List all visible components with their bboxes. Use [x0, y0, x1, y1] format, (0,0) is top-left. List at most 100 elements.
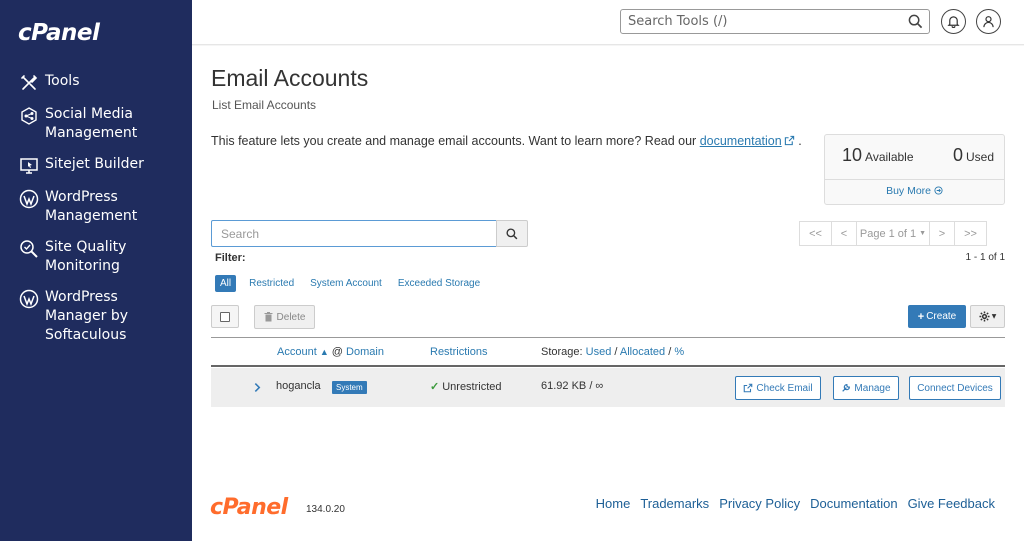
- caret-down-icon: ▼: [991, 313, 997, 320]
- storage-allocated-link[interactable]: Allocated: [620, 346, 665, 358]
- filter-system-account[interactable]: System Account: [310, 278, 382, 289]
- check-email-label: Check Email: [756, 382, 813, 394]
- buy-more-link[interactable]: Buy More: [825, 180, 1004, 197]
- search-tools-input[interactable]: [621, 10, 901, 33]
- create-label: Create: [926, 311, 957, 322]
- page-select-label: Page 1 of 1: [859, 227, 917, 240]
- filter-label: Filter:: [215, 252, 246, 264]
- filter-options: All Restricted System Account Exceeded S…: [215, 275, 496, 292]
- footer-link-home[interactable]: Home: [596, 496, 631, 511]
- sidebar-item-label: Site Quality Monitoring: [45, 239, 127, 274]
- account-domain-header[interactable]: Account ▲ @ Domain: [277, 346, 384, 358]
- restrictions-sort-link[interactable]: Restrictions: [430, 346, 487, 358]
- documentation-link[interactable]: documentation: [700, 134, 782, 148]
- page-title: Email Accounts: [211, 65, 369, 91]
- restriction-label: Unrestricted: [442, 381, 502, 393]
- sidebar-item-sitejet[interactable]: Sitejet Builder: [0, 155, 192, 176]
- footer-link-feedback[interactable]: Give Feedback: [908, 496, 995, 511]
- select-all-checkbox-wrapper[interactable]: [211, 305, 239, 328]
- settings-dropdown-button[interactable]: ▼: [970, 305, 1005, 328]
- wrench-icon: [842, 384, 851, 392]
- first-page-button[interactable]: <<: [799, 221, 832, 246]
- page-description: This feature lets you create and manage …: [211, 134, 802, 148]
- tools-icon: [19, 73, 39, 93]
- search-tools-box[interactable]: [620, 9, 930, 34]
- select-all-checkbox[interactable]: [220, 311, 230, 322]
- last-page-button[interactable]: >>: [954, 221, 987, 246]
- filter-exceeded-storage[interactable]: Exceeded Storage: [398, 278, 480, 289]
- manage-button[interactable]: Manage: [833, 376, 899, 400]
- footer-link-trademarks[interactable]: Trademarks: [640, 496, 709, 511]
- storage-percent-link[interactable]: %: [674, 346, 684, 358]
- sidebar: cPanel Tools Social Media Management Sit…: [0, 0, 192, 541]
- footer-link-privacy[interactable]: Privacy Policy: [719, 496, 800, 511]
- account-sort-link[interactable]: Account: [277, 346, 317, 358]
- sidebar-item-social-media[interactable]: Social Media Management: [0, 105, 192, 143]
- sidebar-item-site-quality[interactable]: Site Quality Monitoring: [0, 238, 192, 276]
- plus-icon: +: [917, 310, 925, 323]
- sidebar-item-tools[interactable]: Tools: [0, 72, 192, 93]
- account-search-box[interactable]: [211, 220, 497, 247]
- sidebar-item-wordpress-softaculous[interactable]: WordPress Manager by Softaculous: [0, 288, 192, 345]
- pagination: << < Page 1 of 1 ▼ > >>: [799, 221, 987, 246]
- sidebar-item-label: Sitejet Builder: [45, 156, 144, 172]
- filter-restricted[interactable]: Restricted: [249, 278, 294, 289]
- footer-version: 134.0.20: [306, 504, 345, 515]
- storage-label: Storage:: [541, 346, 583, 358]
- create-button[interactable]: + Create: [908, 305, 966, 328]
- sort-asc-icon: ▲: [319, 347, 329, 357]
- search-button[interactable]: [496, 220, 528, 247]
- footer-cpanel-logo: cPanel: [210, 495, 288, 520]
- next-page-button[interactable]: >: [929, 221, 955, 246]
- cpanel-logo[interactable]: cPanel: [18, 20, 100, 46]
- main-content: Email Accounts List Email Accounts This …: [192, 46, 1024, 541]
- domain-sort-link[interactable]: Domain: [346, 346, 384, 358]
- sitejet-icon: [19, 156, 39, 176]
- sidebar-item-label: Tools: [45, 73, 80, 89]
- connect-devices-button[interactable]: Connect Devices: [909, 376, 1001, 400]
- prev-page-button[interactable]: <: [831, 221, 857, 246]
- external-link-icon: [744, 383, 753, 393]
- user-icon: [983, 16, 994, 28]
- gear-icon: [979, 311, 990, 322]
- external-link-icon[interactable]: [784, 135, 795, 146]
- storage-value: 61.92 KB / ∞: [541, 380, 604, 392]
- arrow-circle-right-icon: [934, 186, 943, 195]
- chevron-right-icon[interactable]: [254, 382, 261, 393]
- used-stat: 0 Used: [953, 145, 994, 166]
- notifications-button[interactable]: [941, 9, 966, 34]
- filter-all[interactable]: All: [215, 275, 237, 292]
- check-email-button[interactable]: Check Email: [735, 376, 821, 400]
- sidebar-item-label: WordPress Management: [45, 189, 138, 224]
- account-search-input[interactable]: [212, 221, 492, 246]
- page-subtitle: List Email Accounts: [212, 98, 317, 112]
- page-select[interactable]: Page 1 of 1 ▼: [856, 221, 930, 246]
- sidebar-nav: Tools Social Media Management Sitejet Bu…: [0, 72, 192, 357]
- storage-used-link[interactable]: Used: [586, 346, 612, 358]
- bell-icon: [947, 16, 960, 28]
- at-symbol: @: [331, 346, 343, 358]
- table-row: hogancla System ✓ Unrestricted 61.92 KB /…: [211, 368, 1005, 407]
- site-quality-icon: [19, 239, 39, 259]
- accounts-stats-panel: 10 Available 0 Used Buy More: [824, 134, 1005, 205]
- sidebar-item-wordpress[interactable]: WordPress Management: [0, 188, 192, 226]
- check-icon: ✓: [430, 381, 440, 393]
- restriction-status: ✓ Unrestricted: [430, 380, 502, 393]
- available-count: 10: [842, 145, 863, 165]
- search-icon[interactable]: [908, 14, 923, 29]
- connect-devices-label: Connect Devices: [917, 382, 993, 394]
- account-name: hogancla: [276, 380, 321, 392]
- user-menu-button[interactable]: [976, 9, 1001, 34]
- delete-button[interactable]: Delete: [254, 305, 315, 329]
- footer-links: Home Trademarks Privacy Policy Documenta…: [586, 496, 995, 511]
- sidebar-item-label: Social Media Management: [45, 106, 138, 141]
- sidebar-item-label: WordPress Manager by Softaculous: [45, 289, 128, 343]
- delete-label: Delete: [276, 311, 306, 323]
- buy-more-label: Buy More: [886, 185, 931, 197]
- table-header: Account ▲ @ Domain Restrictions Storage:…: [211, 337, 1005, 367]
- manage-label: Manage: [854, 382, 891, 394]
- system-badge: System: [332, 381, 367, 394]
- footer-link-documentation[interactable]: Documentation: [810, 496, 897, 511]
- restrictions-header[interactable]: Restrictions: [430, 346, 487, 358]
- available-label: Available: [865, 150, 914, 164]
